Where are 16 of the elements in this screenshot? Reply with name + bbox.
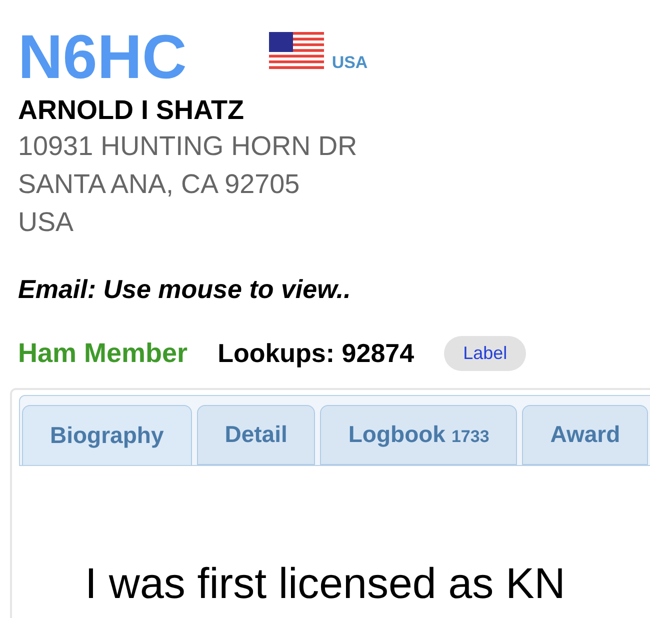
address-line: USA [18,206,75,239]
operator-name: ARNOLD I SHATZ [18,94,245,127]
tab[interactable]: Logbook 1733 [320,404,518,464]
label-button[interactable]: Label [444,336,526,371]
email-text: Email: Use mouse to view.. [18,273,352,306]
tab[interactable]: Award [522,404,648,464]
flag-icon [268,32,324,69]
biography-text: I was first licensed as KN [85,560,566,608]
callsign: N6HC [18,22,187,94]
address-line: SANTA ANA, CA 92705 [18,168,301,201]
tab[interactable]: Detail [196,404,316,464]
lookups-count: Lookups: 92874 [218,336,414,370]
membership-status: Ham Member [18,337,188,370]
address-line: 10931 HUNTING HORN DR [18,130,358,163]
country-name: USA [332,53,368,73]
tab[interactable]: Biography [22,404,192,464]
